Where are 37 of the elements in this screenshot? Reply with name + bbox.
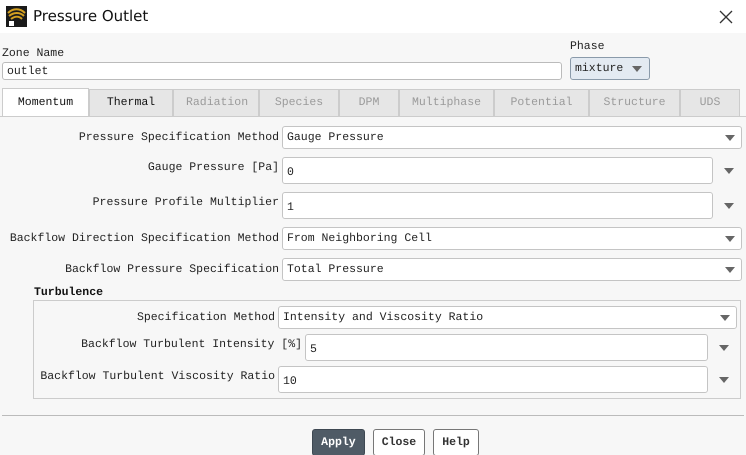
field-label: Backflow Turbulent Viscosity Ratio bbox=[39, 369, 275, 385]
field-label: Phase bbox=[570, 40, 605, 54]
caret-icon bbox=[725, 134, 735, 140]
tab[interactable]: Thermal bbox=[89, 89, 173, 116]
caret-icon bbox=[632, 66, 642, 72]
button[interactable]: Close bbox=[372, 429, 426, 455]
field-label: Specification Method bbox=[136, 310, 275, 326]
section-title: Turbulence bbox=[34, 286, 104, 300]
field-label: Zone Name bbox=[2, 47, 64, 61]
caret-icon[interactable] bbox=[724, 168, 734, 174]
field-label: Backflow Turbulent Intensity [%] bbox=[80, 337, 302, 353]
window-title: Pressure Outlet bbox=[33, 6, 150, 28]
input-field[interactable]: 0 bbox=[282, 157, 713, 184]
dropdown[interactable]: Intensity and Viscosity Ratio bbox=[278, 306, 737, 329]
input-field[interactable]: 5 bbox=[305, 334, 708, 361]
field-label: Gauge Pressure [Pa] bbox=[146, 160, 279, 176]
button[interactable]: Help bbox=[433, 429, 479, 455]
field-label: Pressure Profile Multiplier bbox=[92, 195, 279, 211]
button[interactable]: Apply bbox=[312, 429, 365, 455]
caret-icon[interactable] bbox=[719, 344, 729, 350]
input-field[interactable]: 10 bbox=[278, 366, 708, 393]
dropdown[interactable]: Gauge Pressure bbox=[282, 126, 742, 149]
zone-name-field[interactable]: outlet bbox=[2, 62, 562, 80]
field-label: Pressure Specification Method bbox=[78, 130, 279, 146]
input-field[interactable]: 1 bbox=[282, 192, 713, 219]
caret-icon bbox=[720, 314, 730, 320]
dropdown[interactable]: Total Pressure bbox=[282, 258, 742, 281]
phase-dropdown[interactable]: mixture bbox=[570, 57, 650, 80]
caret-icon[interactable] bbox=[719, 376, 729, 382]
dropdown[interactable]: From Neighboring Cell bbox=[282, 227, 742, 250]
field-label: Backflow Pressure Specification bbox=[64, 262, 279, 278]
app-logo-icon bbox=[6, 6, 27, 27]
field-label: Backflow Direction Specification Method bbox=[8, 230, 279, 247]
tab[interactable]: Momentum bbox=[2, 88, 89, 116]
caret-icon bbox=[725, 266, 735, 272]
caret-icon[interactable] bbox=[724, 202, 734, 208]
caret-icon bbox=[725, 236, 735, 242]
